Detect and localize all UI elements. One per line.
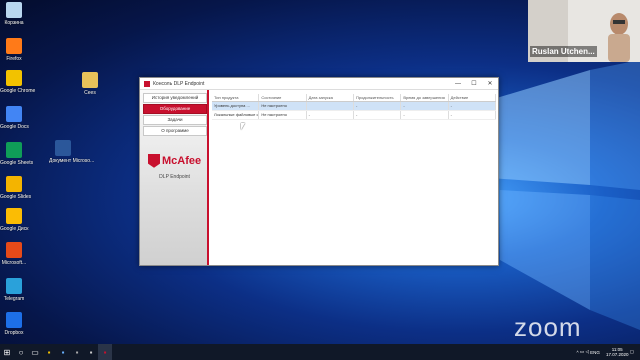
- mouse-cursor-icon: [241, 123, 245, 130]
- slides-icon: [6, 176, 22, 192]
- mcafee-logo: McAfee DLP Endpoint: [148, 152, 201, 180]
- table-cell: -: [449, 102, 496, 110]
- table-cell: -: [401, 111, 449, 119]
- window-titlebar: Консоль DLP Endpoint — ☐ ✕: [140, 78, 498, 90]
- table-cell: -: [449, 111, 496, 119]
- desktop-icon-label: Google Docs: [0, 124, 29, 130]
- desktop-icon-item[interactable]: Google Sheets: [0, 142, 34, 166]
- task-view-icon[interactable]: ▭: [28, 344, 42, 360]
- maximize-button[interactable]: ☐: [466, 80, 482, 87]
- dropbox-icon: [6, 312, 22, 328]
- firefox-icon: [6, 38, 22, 54]
- desktop-icon-item[interactable]: Google Docs: [0, 106, 29, 130]
- search-icon[interactable]: ○: [14, 344, 28, 360]
- table-cell: Не настроено: [259, 102, 307, 110]
- column-header[interactable]: Дата запуска: [307, 94, 354, 101]
- table-cell: -: [354, 102, 402, 110]
- system-tray: ^ ▭ ◁ ENG 11:05 17.07.2020 ▢: [577, 347, 640, 357]
- table-header: Тип продукта Состояние Дата запуска Прод…: [212, 94, 496, 102]
- volume-icon[interactable]: ◁: [585, 349, 588, 355]
- taskbar: ⊞ ○ ▭ ▪ ▪ ▪ ▪ ▪ ^ ▭ ◁ ENG 11:05 17.07.20…: [0, 344, 640, 360]
- desktop-icon-item[interactable]: Firefox: [0, 38, 28, 62]
- tray-chevron-icon[interactable]: ^: [577, 350, 579, 355]
- desktop-icon-label: Google Sheets: [0, 160, 34, 166]
- column-header[interactable]: Продолжительность: [354, 94, 402, 101]
- zoom-watermark: zoom: [514, 312, 582, 342]
- taskbar-app-icon[interactable]: ▪: [70, 344, 84, 360]
- taskbar-app-dlp-icon[interactable]: ▪: [98, 344, 112, 360]
- desktop-icon-label: Google Slides: [0, 194, 32, 200]
- desktop-icon-item[interactable]: Google Chrome: [0, 70, 36, 94]
- drive-icon: [6, 208, 22, 224]
- nav-sidebar: История уведомлений Оборудование Задачи …: [140, 90, 207, 265]
- table-cell: [307, 102, 354, 110]
- word-icon: [55, 140, 71, 156]
- logo-brand: McAfee: [162, 154, 202, 167]
- desktop-icon-word-doc[interactable]: Документ Microso...: [49, 140, 94, 164]
- sheets-icon: [6, 142, 22, 158]
- nav-about[interactable]: О программе: [143, 126, 207, 136]
- column-header[interactable]: Время до завершения: [401, 94, 449, 101]
- desktop-icon-item[interactable]: Google Диск: [0, 208, 28, 232]
- video-participant-tile: Ruslan Utchen...: [528, 0, 640, 62]
- table-cell: Уровень доступа ...: [212, 102, 260, 110]
- mcafee-shield-icon: [148, 153, 160, 168]
- desktop-icon-item[interactable]: Microsoft...: [0, 242, 28, 266]
- network-icon[interactable]: ▭: [580, 349, 584, 355]
- nav-tasks[interactable]: Задачи: [143, 115, 207, 125]
- tray-language[interactable]: ENG: [590, 350, 600, 355]
- desktop-icon-label: Microsoft...: [1, 260, 27, 266]
- telegram-icon: [6, 278, 22, 294]
- desktop-icon-label: Dropbox: [4, 330, 24, 336]
- column-header[interactable]: Действие: [449, 94, 496, 101]
- taskbar-app-icon[interactable]: ▪: [84, 344, 98, 360]
- nav-hardware[interactable]: Оборудование: [143, 104, 207, 114]
- dlp-console-window: Консоль DLP Endpoint — ☐ ✕ История уведо…: [139, 77, 499, 266]
- column-header[interactable]: Тип продукта: [212, 94, 260, 101]
- folder-icon: [82, 72, 98, 88]
- close-button[interactable]: ✕: [482, 80, 498, 87]
- desktop-icon-item[interactable]: Dropbox: [0, 312, 28, 336]
- minimize-button[interactable]: —: [450, 81, 466, 87]
- taskbar-app-explorer-icon[interactable]: ▪: [42, 344, 56, 360]
- clock[interactable]: 11:05 17.07.2020: [606, 347, 629, 357]
- table-cell: Не настроено: [259, 111, 307, 119]
- app-icon: [144, 80, 150, 87]
- window-title: Консоль DLP Endpoint: [153, 80, 205, 87]
- desktop-icon-label: Firefox: [6, 56, 22, 62]
- docs-icon: [6, 106, 22, 122]
- clock-date: 17.07.2020: [605, 352, 629, 357]
- column-header[interactable]: Состояние: [259, 94, 307, 101]
- table-row[interactable]: Уровень доступа ... Не настроено - - -: [212, 102, 496, 111]
- desktop-icon-label: Корзина: [4, 20, 24, 26]
- sidebar-divider: [207, 90, 209, 265]
- desktop-icon-item[interactable]: Google Slides: [0, 176, 32, 200]
- logo-subtitle: DLP Endpoint: [159, 174, 190, 180]
- desktop-icon-label: Telegram: [3, 296, 25, 302]
- desktop-icon-item[interactable]: Корзина: [0, 2, 28, 26]
- table-row[interactable]: Локальные файловые с... Не настроено - -…: [212, 111, 496, 120]
- table-cell: Локальные файловые с...: [214, 111, 260, 119]
- desktop-icon-folder[interactable]: Cees: [76, 72, 104, 96]
- office-icon: [6, 242, 22, 258]
- chrome-icon: [6, 70, 22, 86]
- recycle-bin-icon: [6, 2, 22, 18]
- desktop-icon-item[interactable]: Telegram: [0, 278, 28, 302]
- desktop-icon-label: Google Диск: [0, 226, 29, 232]
- table-cell: -: [307, 111, 354, 119]
- desktop-icon-label: Google Chrome: [0, 88, 36, 94]
- participant-name: Ruslan Utchen...: [530, 46, 597, 57]
- product-table: Тип продукта Состояние Дата запуска Прод…: [212, 94, 496, 120]
- table-cell: -: [354, 111, 402, 119]
- table-cell: -: [401, 102, 449, 110]
- taskbar-app-icon[interactable]: ▪: [56, 344, 70, 360]
- notifications-icon[interactable]: ▢: [630, 349, 634, 355]
- participant-video-icon: [608, 13, 630, 62]
- nav-notification-history[interactable]: История уведомлений: [143, 93, 207, 103]
- start-button[interactable]: ⊞: [0, 344, 14, 360]
